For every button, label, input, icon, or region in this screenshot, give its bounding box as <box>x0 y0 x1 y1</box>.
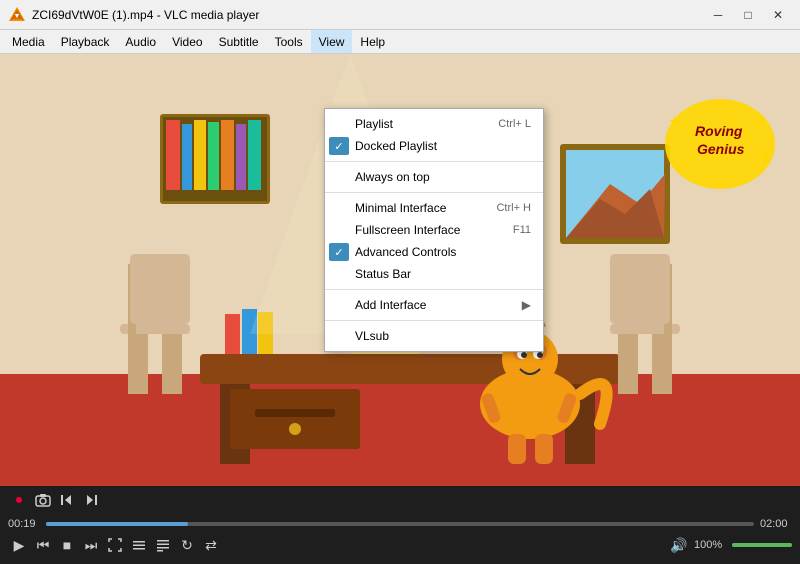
stop-button[interactable]: ■ <box>56 534 78 556</box>
menu-view[interactable]: View <box>311 30 353 53</box>
playlist-label: Playlist <box>355 117 393 131</box>
minimal-interface-label: Minimal Interface <box>355 201 446 215</box>
fullscreen-interface-label: Fullscreen Interface <box>355 223 460 237</box>
loop-button[interactable]: ↻ <box>176 534 198 556</box>
advanced-controls-checkmark-icon: ✓ <box>334 246 343 259</box>
frame-forward-icon <box>83 492 99 508</box>
menu-item-playlist[interactable]: Playlist Ctrl+ L <box>325 113 543 135</box>
seek-bar-container: 00:19 02:00 <box>0 514 800 532</box>
svg-text:▼: ▼ <box>14 13 21 20</box>
title-bar: ▼ ZCI69dVtW0E (1).mp4 - VLC media player… <box>0 0 800 30</box>
controls-area: 00:19 02:00 ▶ ⏮ ■ ⏭ <box>0 514 800 564</box>
close-button[interactable]: ✕ <box>764 4 792 26</box>
status-bar-label: Status Bar <box>355 267 411 281</box>
volume-fill <box>732 543 792 547</box>
add-interface-label: Add Interface <box>355 298 426 312</box>
total-time: 02:00 <box>760 518 792 530</box>
separator-3 <box>325 289 543 290</box>
frame-back-icon <box>59 492 75 508</box>
frame-back-button[interactable] <box>56 489 78 511</box>
view-dropdown-menu: Playlist Ctrl+ L ✓ Docked Playlist Alway… <box>324 108 544 352</box>
title-bar-controls: ─ □ ✕ <box>704 4 792 26</box>
menu-item-docked-playlist[interactable]: ✓ Docked Playlist <box>325 135 543 157</box>
menu-playback[interactable]: Playback <box>53 30 118 53</box>
menu-item-advanced-controls[interactable]: ✓ Advanced Controls <box>325 241 543 263</box>
docked-playlist-label: Docked Playlist <box>355 139 437 153</box>
volume-bar[interactable] <box>732 543 792 547</box>
volume-area: 🔊 100% <box>668 534 792 556</box>
advanced-controls-check-bg: ✓ <box>329 243 349 261</box>
volume-icon-button[interactable]: 🔊 <box>668 534 690 556</box>
vlc-logo-icon: ▼ <box>8 6 26 24</box>
playlist-toggle-button[interactable] <box>152 534 174 556</box>
menu-media[interactable]: Media <box>4 30 53 53</box>
title-bar-left: ▼ ZCI69dVtW0E (1).mp4 - VLC media player <box>8 6 259 24</box>
fullscreen-icon <box>108 538 122 552</box>
camera-icon <box>35 492 51 508</box>
add-interface-arrow-icon: ▶ <box>522 298 531 312</box>
advanced-controls-bar: ⏺ <box>0 486 800 514</box>
playlist-shortcut: Ctrl+ L <box>478 118 531 130</box>
next-button[interactable]: ⏭ <box>80 534 102 556</box>
menu-bar: Media Playback Audio Video Subtitle Tool… <box>0 30 800 54</box>
menu-item-status-bar[interactable]: Status Bar <box>325 263 543 285</box>
advanced-controls-label: Advanced Controls <box>355 245 456 259</box>
screenshot-button[interactable] <box>32 489 54 511</box>
menu-video[interactable]: Video <box>164 30 210 53</box>
seek-progress <box>46 522 188 526</box>
menu-subtitle[interactable]: Subtitle <box>211 30 267 53</box>
playlist-icon <box>156 538 170 552</box>
svg-text:★: ★ <box>760 149 773 165</box>
menu-item-always-on-top[interactable]: Always on top <box>325 166 543 188</box>
control-buttons: ▶ ⏮ ■ ⏭ ↻ <box>0 532 800 558</box>
svg-text:★: ★ <box>668 113 681 129</box>
vlsub-label: VLsub <box>355 329 389 343</box>
menu-help[interactable]: Help <box>352 30 393 53</box>
record-button[interactable]: ⏺ <box>8 489 30 511</box>
window-title: ZCI69dVtW0E (1).mp4 - VLC media player <box>32 8 259 22</box>
separator-1 <box>325 161 543 162</box>
menu-item-minimal-interface[interactable]: Minimal Interface Ctrl+ H <box>325 197 543 219</box>
current-time: 00:19 <box>8 518 40 530</box>
svg-text:★: ★ <box>755 113 768 129</box>
minimize-button[interactable]: ─ <box>704 4 732 26</box>
prev-button[interactable]: ⏮ <box>32 534 54 556</box>
docked-playlist-check-bg: ✓ <box>329 137 349 155</box>
shuffle-button[interactable]: ⇄ <box>200 534 222 556</box>
separator-4 <box>325 320 543 321</box>
extended-settings-button[interactable] <box>128 534 150 556</box>
separator-2 <box>325 192 543 193</box>
docked-playlist-checkmark-icon: ✓ <box>334 140 343 153</box>
menu-item-vlsub[interactable]: VLsub <box>325 325 543 347</box>
svg-text:Genius: Genius <box>697 141 745 157</box>
menu-audio[interactable]: Audio <box>117 30 164 53</box>
svg-text:Roving: Roving <box>695 123 743 139</box>
menu-tools[interactable]: Tools <box>267 30 311 53</box>
fullscreen-button[interactable] <box>104 534 126 556</box>
seek-bar[interactable] <box>46 522 754 526</box>
fullscreen-interface-shortcut: F11 <box>493 224 531 236</box>
frame-forward-button[interactable] <box>80 489 102 511</box>
menu-item-fullscreen-interface[interactable]: Fullscreen Interface F11 <box>325 219 543 241</box>
maximize-button[interactable]: □ <box>734 4 762 26</box>
always-on-top-label: Always on top <box>355 170 430 184</box>
menu-item-add-interface[interactable]: Add Interface ▶ <box>325 294 543 316</box>
volume-label: 100% <box>694 539 728 551</box>
minimal-interface-shortcut: Ctrl+ H <box>476 202 531 214</box>
play-button[interactable]: ▶ <box>8 534 30 556</box>
extended-settings-icon <box>132 538 146 552</box>
video-area: Roving Genius ★ ★ ★ <box>0 54 800 514</box>
